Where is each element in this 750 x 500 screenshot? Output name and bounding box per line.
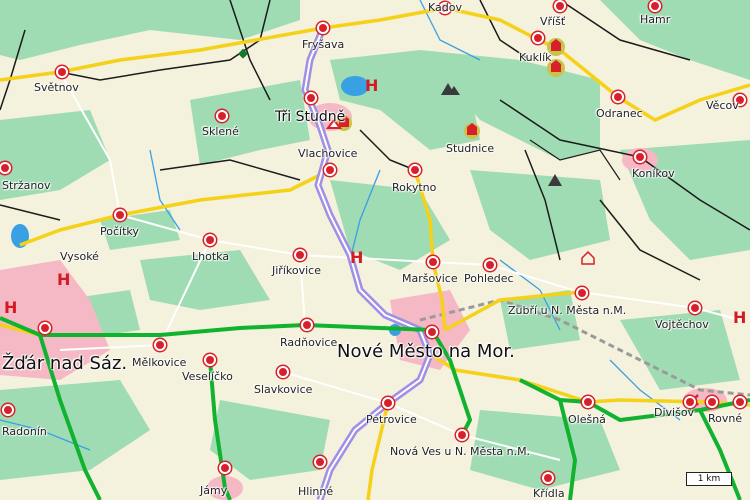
place-label-kuklik[interactable]: Kuklík: [519, 52, 552, 63]
town-marker-icon[interactable]: [2, 404, 14, 416]
place-label-jamy[interactable]: Jámy: [200, 485, 227, 496]
town-marker-icon[interactable]: [426, 326, 438, 338]
hospital-icon[interactable]: H: [57, 272, 70, 288]
place-label-olesna[interactable]: Olešná: [568, 414, 606, 425]
place-label-nove-mesto-na-morave[interactable]: Nové Město na Mor.: [337, 343, 515, 361]
place-label-hlinne[interactable]: Hlinné: [298, 486, 333, 497]
place-label-hamr[interactable]: Hamr: [640, 14, 670, 25]
town-marker-icon[interactable]: [277, 366, 289, 378]
place-label-konikov[interactable]: Koníkov: [632, 168, 675, 179]
town-marker-icon[interactable]: [554, 0, 566, 12]
town-marker-icon[interactable]: [314, 456, 326, 468]
hospital-icon[interactable]: H: [350, 250, 363, 266]
place-label-strzanov[interactable]: Stržanov: [2, 180, 51, 191]
place-label-veselicko[interactable]: Veselíčko: [182, 371, 233, 382]
town-marker-icon[interactable]: [542, 472, 554, 484]
hospital-icon[interactable]: H: [733, 310, 746, 326]
town-marker-icon[interactable]: [532, 32, 544, 44]
place-label-svetnov[interactable]: Světnov: [34, 82, 79, 93]
town-marker-icon[interactable]: [204, 354, 216, 366]
place-label-vecov[interactable]: Věcov: [706, 100, 739, 111]
town-marker-icon[interactable]: [324, 164, 336, 176]
town-marker-icon[interactable]: [409, 164, 421, 176]
town-marker-icon[interactable]: [114, 209, 126, 221]
place-label-radnovice[interactable]: Radňovice: [280, 337, 337, 348]
place-label-kridla[interactable]: Křídla: [533, 488, 565, 499]
hospital-icon[interactable]: H: [4, 300, 17, 316]
town-marker-icon[interactable]: [582, 396, 594, 408]
town-marker-icon[interactable]: [456, 429, 468, 441]
place-label-jirikovice[interactable]: Jiříkovice: [272, 265, 321, 276]
town-marker-icon[interactable]: [294, 249, 306, 261]
place-label-divisov[interactable]: Divišov: [654, 407, 694, 418]
place-label-zubri[interactable]: Zubří u N. Města n.M.: [508, 305, 626, 316]
town-marker-icon[interactable]: [216, 110, 228, 122]
town-marker-icon[interactable]: [689, 302, 701, 314]
town-marker-icon[interactable]: [706, 396, 718, 408]
town-marker-icon[interactable]: [382, 397, 394, 409]
place-label-rokytno[interactable]: Rokytno: [392, 182, 436, 193]
peak-icon: [548, 174, 562, 186]
hospital-icon[interactable]: H: [365, 78, 378, 94]
place-label-pohledec[interactable]: Pohledec: [464, 273, 514, 284]
house-icon: [581, 250, 595, 265]
place-label-odranec[interactable]: Odranec: [596, 108, 643, 119]
landmark-diamond-icon: [238, 48, 248, 59]
place-label-marsovice[interactable]: Maršovice: [402, 273, 458, 284]
place-label-nova-ves[interactable]: Nová Ves u N. Města n.M.: [390, 446, 530, 457]
church-icon: [464, 123, 480, 139]
place-label-slavkovice[interactable]: Slavkovice: [254, 384, 312, 395]
place-label-tri-studne[interactable]: Tři Studně: [275, 110, 345, 124]
town-marker-icon[interactable]: [612, 91, 624, 103]
place-label-melkovice[interactable]: Mělkovice: [132, 357, 186, 368]
town-marker-icon[interactable]: [427, 256, 439, 268]
town-marker-icon[interactable]: [301, 319, 313, 331]
place-label-vysoke[interactable]: Vysoké: [60, 251, 99, 262]
town-marker-icon[interactable]: [734, 396, 746, 408]
place-label-vrist[interactable]: Vříšť: [540, 16, 565, 27]
town-marker-icon[interactable]: [634, 151, 646, 163]
place-label-rovne[interactable]: Rovné: [708, 413, 742, 424]
town-marker-icon[interactable]: [39, 322, 51, 334]
place-label-petrovice[interactable]: Petrovice: [366, 414, 417, 425]
town-marker-icon[interactable]: [649, 0, 661, 12]
place-label-pocitky[interactable]: Počítky: [100, 226, 139, 237]
place-label-radonin[interactable]: Radonín: [2, 426, 47, 437]
town-marker-icon[interactable]: [154, 339, 166, 351]
place-label-lhotka[interactable]: Lhotka: [192, 251, 229, 262]
town-marker-icon[interactable]: [219, 462, 231, 474]
map-canvas[interactable]: H H H H H Kadov Vříšť Hamr Fryšava Kuklí…: [0, 0, 750, 500]
place-label-sklene[interactable]: Sklené: [202, 126, 239, 137]
place-label-vlachovice[interactable]: Vlachovice: [298, 148, 357, 159]
town-marker-icon[interactable]: [204, 234, 216, 246]
town-marker-icon[interactable]: [576, 287, 588, 299]
place-label-zdar-nad-sazavou[interactable]: Žďár nad Sáz.: [2, 355, 127, 373]
town-marker-icon[interactable]: [317, 22, 329, 34]
town-marker-icon[interactable]: [484, 259, 496, 271]
scale-bar: 1 km: [686, 472, 732, 486]
mountain-icon: [441, 83, 460, 95]
place-label-vojtechov[interactable]: Vojtěchov: [655, 319, 709, 330]
town-marker-icon[interactable]: [305, 92, 317, 104]
place-label-frysava[interactable]: Fryšava: [302, 39, 344, 50]
place-label-kadov[interactable]: Kadov: [428, 2, 462, 13]
town-marker-icon[interactable]: [56, 66, 68, 78]
place-label-studnice[interactable]: Studnice: [446, 143, 494, 154]
